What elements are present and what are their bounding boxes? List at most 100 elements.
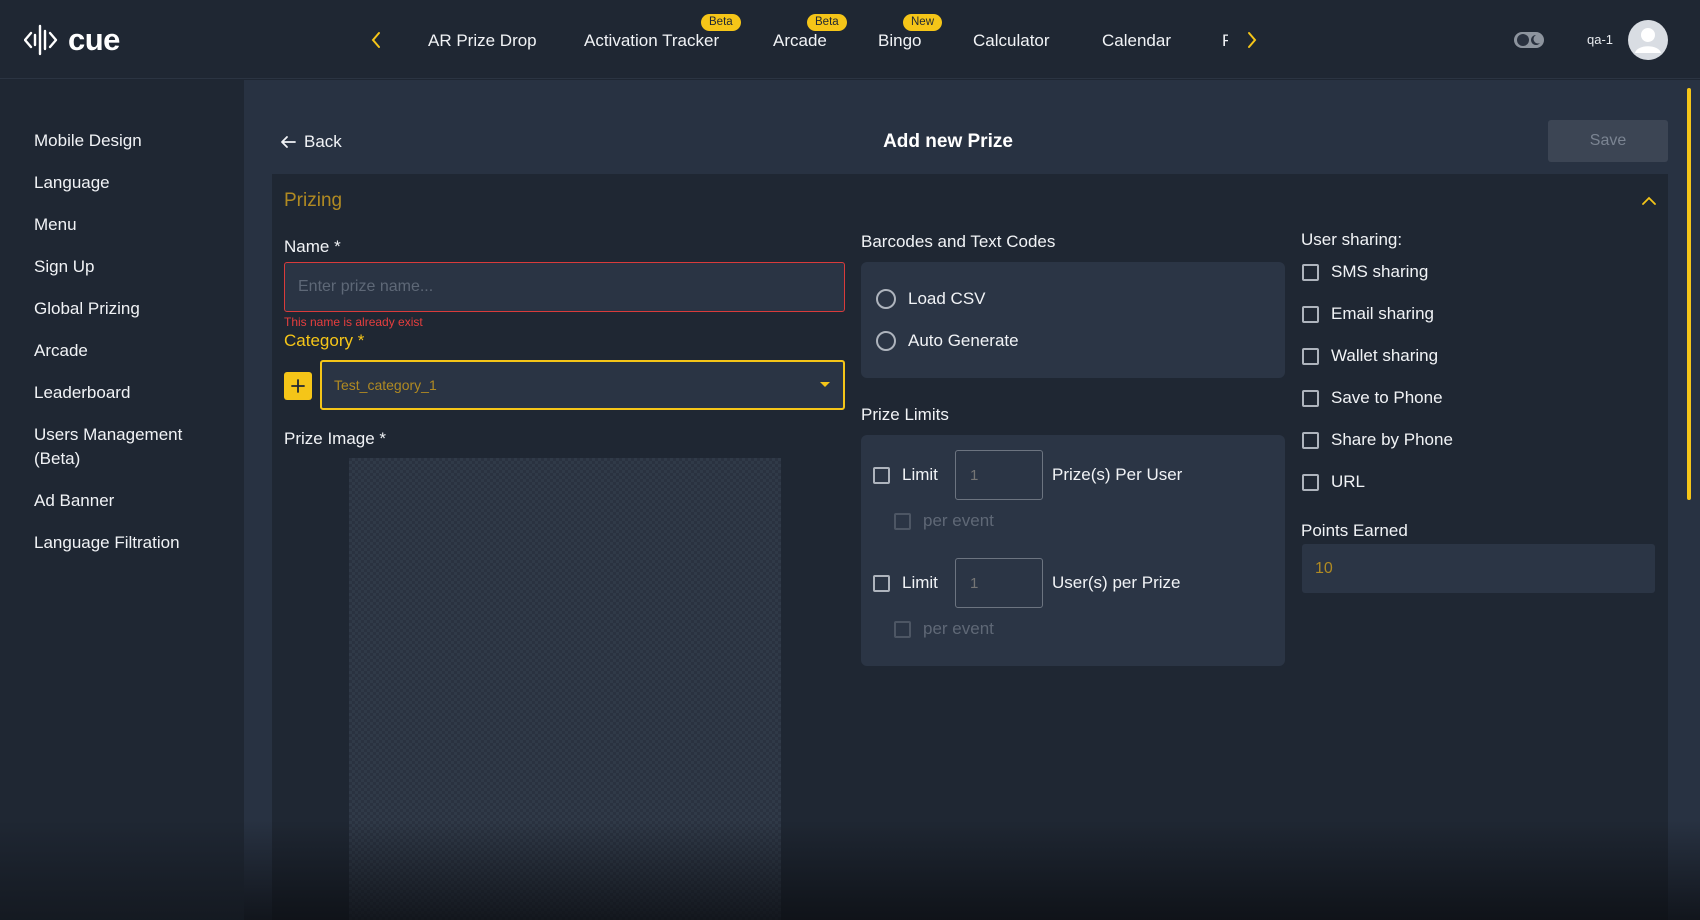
save-to-phone-checkbox[interactable] [1302, 389, 1319, 407]
sharing-label: Share by Phone [1331, 430, 1453, 449]
save-to-phone-option[interactable]: Save to Phone [1302, 387, 1443, 409]
per-event-label: per event [923, 619, 994, 638]
limit-per-user-row: Limit [873, 464, 938, 486]
tab-calculator[interactable]: Calculator [973, 29, 1050, 53]
tab-activation-tracker[interactable]: Activation Tracker [584, 29, 719, 53]
top-bar: cue AR Prize Drop Activation Tracker Bet… [0, 0, 1700, 79]
per-event-row: per event [894, 510, 994, 532]
url-sharing-checkbox[interactable] [1302, 473, 1319, 491]
nav-next-button[interactable] [1240, 25, 1264, 55]
radio-circle[interactable] [876, 331, 896, 351]
wallet-sharing-checkbox[interactable] [1302, 347, 1319, 365]
name-error-text: This name is already exist [284, 315, 423, 329]
sidebar-item-language-filtration[interactable]: Language Filtration [34, 531, 234, 555]
caret-down-icon [820, 382, 830, 387]
sidebar-item-sign-up[interactable]: Sign Up [34, 255, 234, 279]
sharing-label: Wallet sharing [1331, 346, 1439, 365]
section-title-prizing: Prizing [284, 190, 343, 211]
plus-icon [291, 379, 305, 393]
chevron-up-icon [1642, 196, 1656, 205]
sidebar-item-mobile-design[interactable]: Mobile Design [34, 129, 234, 153]
sharing-label: Save to Phone [1331, 388, 1443, 407]
theme-toggle-icon [1514, 32, 1544, 48]
beta-badge: Beta [807, 14, 847, 31]
nav-tabs: AR Prize Drop Activation Tracker Beta Ar… [402, 0, 1228, 79]
url-sharing-option[interactable]: URL [1302, 471, 1365, 493]
sharing-label: Email sharing [1331, 304, 1434, 323]
limit-per-prize-row: Limit [873, 572, 938, 594]
collapse-button[interactable] [1638, 190, 1660, 212]
prize-limits-title: Prize Limits [861, 405, 949, 424]
per-event-checkbox[interactable] [894, 620, 911, 638]
limit-per-prize-input[interactable] [955, 558, 1043, 608]
limit-per-user-input[interactable] [955, 450, 1043, 500]
sidebar-item-menu[interactable]: Menu [34, 213, 234, 237]
per-event-checkbox[interactable] [894, 512, 911, 530]
email-sharing-option[interactable]: Email sharing [1302, 303, 1434, 325]
radio-circle[interactable] [876, 289, 896, 309]
theme-toggle[interactable] [1513, 28, 1545, 52]
user-avatar-icon [1635, 28, 1661, 53]
prize-image-dropzone[interactable] [349, 458, 781, 920]
email-sharing-checkbox[interactable] [1302, 305, 1319, 323]
category-label: Category * [284, 331, 365, 350]
prize-image-label: Prize Image * [284, 429, 387, 448]
new-badge: New [903, 14, 943, 31]
limit-unit-label: User(s) per Prize [1052, 573, 1181, 592]
points-earned-input[interactable] [1302, 544, 1655, 593]
category-selected-value: Test_category_1 [334, 377, 437, 393]
nav-prev-button[interactable] [364, 25, 388, 55]
app-logo[interactable]: cue [24, 20, 120, 60]
sms-sharing-option[interactable]: SMS sharing [1302, 261, 1428, 283]
per-event-label: per event [923, 511, 994, 530]
chevron-right-icon [1248, 32, 1257, 48]
user-avatar[interactable] [1628, 20, 1668, 60]
radio-auto-generate[interactable]: Auto Generate [876, 330, 1019, 352]
scrollbar-thumb[interactable] [1687, 88, 1691, 500]
user-sharing-title: User sharing: [1301, 230, 1403, 249]
barcodes-title: Barcodes and Text Codes [861, 232, 1056, 251]
sharing-label: URL [1331, 472, 1366, 491]
add-category-button[interactable] [284, 372, 312, 400]
back-label: Back [304, 132, 342, 151]
limit-per-user-checkbox[interactable] [873, 466, 890, 484]
tab-ar-prize-drop[interactable]: AR Prize Drop [428, 29, 537, 53]
limit-label: Limit [902, 465, 938, 484]
barcodes-box [861, 262, 1285, 378]
sidebar: Mobile Design Language Menu Sign Up Glob… [0, 80, 244, 920]
sharing-label: SMS sharing [1331, 262, 1429, 281]
sidebar-item-global-prizing[interactable]: Global Prizing [34, 297, 234, 321]
limit-label: Limit [902, 573, 938, 592]
category-select[interactable]: Test_category_1 [320, 360, 845, 410]
page-title: Add new Prize [883, 131, 1013, 152]
tab-truncated[interactable]: F [1222, 29, 1228, 53]
radio-label: Auto Generate [908, 331, 1019, 350]
chevron-left-icon [371, 32, 380, 48]
share-by-phone-option[interactable]: Share by Phone [1302, 429, 1453, 451]
sidebar-item-users-management[interactable]: Users Management (Beta) [34, 423, 194, 471]
prize-name-input[interactable] [284, 262, 845, 312]
logo-mark-icon [24, 24, 58, 56]
limit-unit-label: Prize(s) Per User [1052, 465, 1183, 484]
limit-per-prize-checkbox[interactable] [873, 574, 890, 592]
per-event-row: per event [894, 618, 994, 640]
radio-label: Load CSV [908, 289, 986, 308]
wallet-sharing-option[interactable]: Wallet sharing [1302, 345, 1438, 367]
sms-sharing-checkbox[interactable] [1302, 263, 1319, 281]
tab-calendar[interactable]: Calendar [1102, 29, 1171, 53]
radio-load-csv[interactable]: Load CSV [876, 288, 986, 310]
logo-text: cue [68, 22, 120, 57]
points-earned-label: Points Earned [1301, 521, 1408, 540]
arrow-left-icon [281, 136, 296, 148]
share-by-phone-checkbox[interactable] [1302, 431, 1319, 449]
tab-bingo[interactable]: Bingo [878, 29, 921, 53]
sidebar-item-leaderboard[interactable]: Leaderboard [34, 381, 234, 405]
tab-arcade[interactable]: Arcade [773, 29, 827, 53]
beta-badge: Beta [701, 14, 741, 31]
save-button[interactable]: Save [1548, 120, 1668, 162]
sidebar-item-arcade[interactable]: Arcade [34, 339, 234, 363]
sidebar-item-ad-banner[interactable]: Ad Banner [34, 489, 234, 513]
user-name: qa-1 [1587, 32, 1614, 47]
sidebar-item-language[interactable]: Language [34, 171, 234, 195]
back-button[interactable]: Back [280, 129, 342, 155]
